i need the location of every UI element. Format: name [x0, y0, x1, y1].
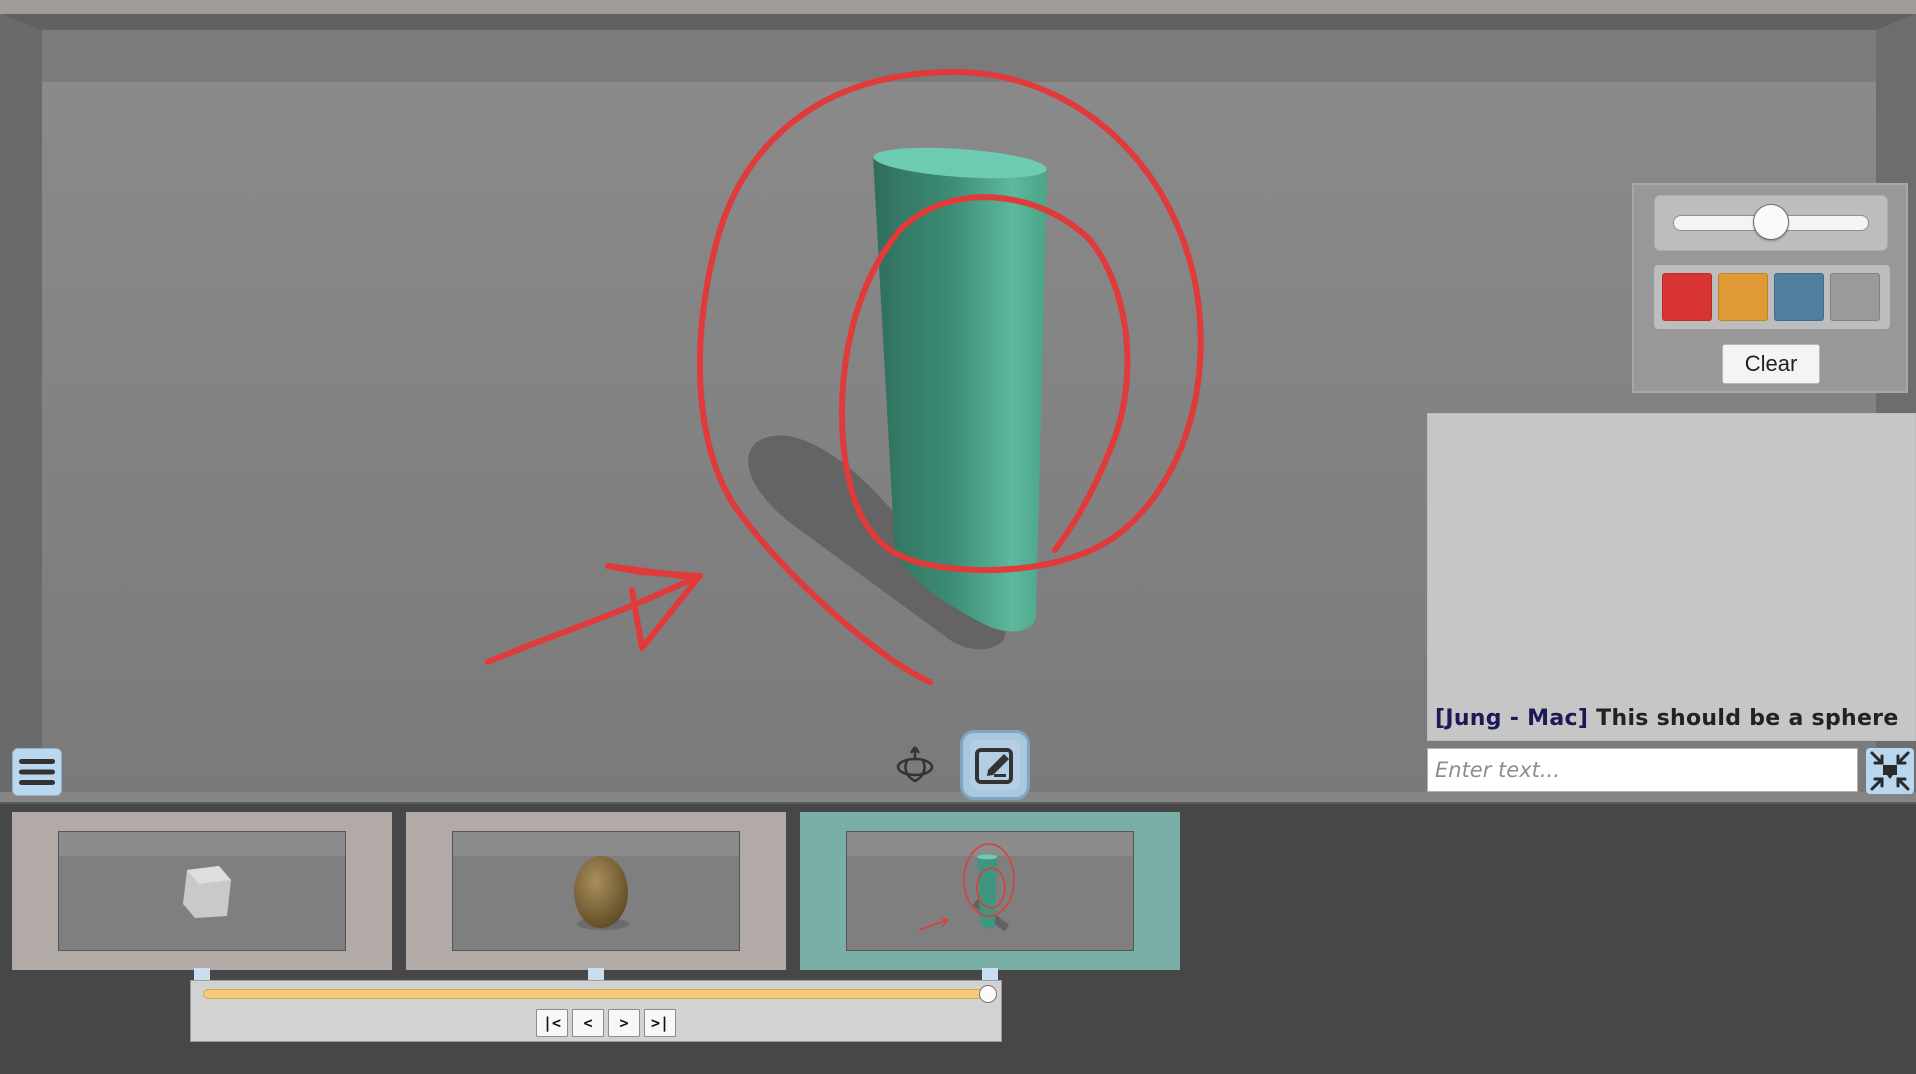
orange-swatch[interactable]: [1718, 273, 1768, 321]
snapshot-thumbnail: [452, 831, 740, 951]
cube-thumbnail-icon: [183, 866, 231, 918]
orbit-rotate-icon: [896, 746, 934, 783]
chat-message-text: This should be a sphere: [1596, 706, 1899, 731]
brush-size-slider[interactable]: [1673, 204, 1869, 240]
chat-input[interactable]: [1427, 748, 1858, 792]
snapshot-thumbnail: [58, 831, 346, 951]
snapshot-thumbnail: [846, 831, 1134, 951]
cylinder-thumbnail-icon: [918, 843, 1015, 932]
gray-swatch[interactable]: [1830, 273, 1880, 321]
blue-swatch[interactable]: [1774, 273, 1824, 321]
hamburger-menu-icon: [19, 759, 55, 785]
collapse-chat-icon: [1870, 751, 1910, 791]
egg-thumbnail-icon: [574, 856, 629, 930]
orbit-tool-button[interactable]: [892, 742, 938, 788]
last-snapshot-button[interactable]: >|: [644, 1009, 676, 1037]
draw-tool-frame: [970, 740, 1020, 790]
snapshot-egg[interactable]: [406, 812, 786, 970]
chat-message: [Jung - Mac] This should be a sphere: [1435, 706, 1899, 731]
menu-button[interactable]: [12, 748, 62, 796]
timeline-slider-thumb[interactable]: [979, 985, 997, 1003]
collapse-chat-button[interactable]: [1866, 748, 1914, 794]
clear-button[interactable]: Clear: [1722, 344, 1820, 384]
red-swatch[interactable]: [1662, 273, 1712, 321]
timeline-slider[interactable]: [203, 985, 997, 1003]
chat-panel: [Jung - Mac] This should be a sphere: [1427, 413, 1916, 741]
brush-size-slider-thumb[interactable]: [1753, 204, 1789, 240]
draw-settings-panel: Clear: [1632, 183, 1908, 393]
color-swatches: [1654, 265, 1890, 329]
brush-size-control: [1654, 195, 1888, 251]
previous-snapshot-button[interactable]: <: [572, 1009, 604, 1037]
chat-message-author: [Jung - Mac]: [1435, 706, 1589, 731]
draw-tool-button[interactable]: [960, 730, 1030, 800]
first-snapshot-button[interactable]: |<: [536, 1009, 568, 1037]
snapshot-cube[interactable]: [12, 812, 392, 970]
cylinder-object: [873, 147, 1047, 632]
draw-annotate-icon: [975, 748, 1013, 784]
next-snapshot-button[interactable]: >: [608, 1009, 640, 1037]
annotation-strokes: [485, 68, 1204, 685]
timeline-scrubber: |< < > >|: [190, 980, 1002, 1042]
snapshot-cylinder[interactable]: [800, 812, 1180, 970]
